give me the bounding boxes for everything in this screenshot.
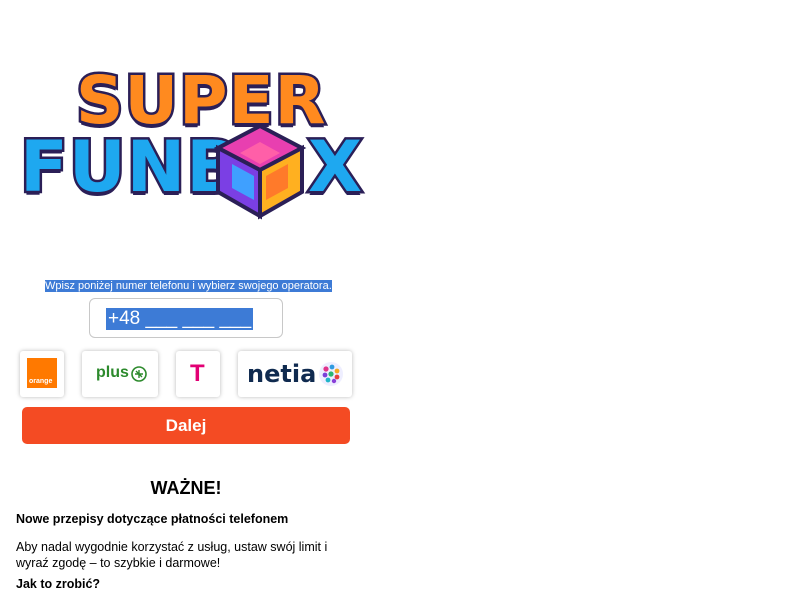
operator-netia-button[interactable]: netia	[238, 351, 352, 397]
notice-title: Nowe przepisy dotyczące płatności telefo…	[16, 512, 289, 526]
notice-heading: WAŻNE!	[150, 478, 222, 498]
operator-t-mobile-button[interactable]: T	[176, 351, 220, 397]
next-button[interactable]: Dalej	[22, 407, 350, 444]
netia-logo-icon	[319, 362, 343, 386]
logo-word-funb: FUNB	[18, 124, 243, 211]
phone-instruction-text: Wpisz poniżej numer telefonu i wybierz s…	[45, 280, 332, 292]
t-mobile-logo-icon: T	[190, 360, 205, 387]
howto-heading: Jak to zrobić?	[16, 577, 101, 591]
phone-number-input[interactable]: +48 ___ ___ ___	[89, 298, 283, 338]
operator-plus-button[interactable]: plus	[82, 351, 158, 397]
plus-logo-label: plus	[96, 364, 129, 381]
netia-logo-label: netia	[247, 360, 317, 388]
operator-orange-button[interactable]: orange	[20, 351, 64, 397]
notice-body: Aby nadal wygodnie korzystać z usług, us…	[16, 540, 328, 570]
plus-logo-icon	[131, 366, 147, 382]
phone-instruction: Wpisz poniżej numer telefonu i wybierz s…	[45, 280, 332, 292]
orange-logo-icon: orange	[27, 358, 57, 388]
orange-logo-label: orange	[29, 378, 53, 385]
phone-number-value[interactable]: +48 ___ ___ ___	[106, 308, 254, 330]
logo-letter-x: X	[306, 124, 365, 211]
super-funbox-logo: SUPER FUNB X	[18, 60, 364, 222]
cube-icon	[213, 123, 307, 220]
